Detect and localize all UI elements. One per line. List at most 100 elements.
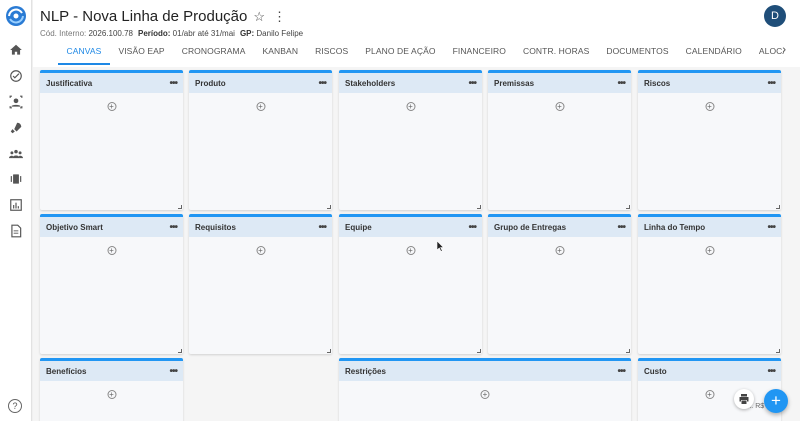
code-label: Cód. Interno: — [40, 29, 87, 38]
card-header: Equipe ••• — [339, 217, 482, 237]
card-header: Stakeholders ••• — [339, 73, 482, 93]
team-icon[interactable] — [7, 145, 25, 163]
card-header: Restrições ••• — [339, 361, 631, 381]
add-circle-icon[interactable]: + — [705, 390, 714, 399]
user-search-icon[interactable] — [7, 93, 25, 111]
more-horiz-icon[interactable]: ••• — [169, 222, 177, 233]
tab-alocacao[interactable]: ALOCAÇÃO — [750, 41, 784, 65]
canvas-board: Justificativa ••• + Produto ••• + Stakehol… — [33, 67, 800, 421]
print-button[interactable] — [734, 389, 754, 409]
check-circle-icon[interactable] — [7, 67, 25, 85]
more-horiz-icon[interactable]: ••• — [169, 366, 177, 377]
card-beneficios: Benefícios ••• + — [40, 358, 183, 421]
card-title: Stakeholders — [345, 78, 396, 88]
rocket-icon[interactable] — [7, 119, 25, 137]
card-header: Linha do Tempo ••• — [638, 217, 781, 237]
tab-documentos[interactable]: DOCUMENTOS — [598, 41, 677, 65]
card-produto: Produto ••• + — [189, 70, 332, 210]
resize-handle-icon[interactable] — [178, 349, 182, 353]
print-icon — [739, 394, 749, 404]
tab-financeiro[interactable]: FINANCEIRO — [444, 41, 514, 65]
period-value: 01/abr até 31/mai — [172, 29, 235, 38]
card-title: Premissas — [494, 78, 535, 88]
resize-handle-icon[interactable] — [776, 205, 780, 209]
card-linha-do-tempo: Linha do Tempo ••• + — [638, 214, 781, 354]
more-horiz-icon[interactable]: ••• — [318, 222, 326, 233]
card-header: Justificativa ••• — [40, 73, 183, 93]
add-circle-icon[interactable]: + — [256, 102, 265, 111]
card-premissas: Premissas ••• + — [488, 70, 631, 210]
title-row: NLP - Nova Linha de Produção ☆ ⋮ — [40, 8, 286, 25]
add-circle-icon[interactable]: + — [107, 102, 116, 111]
more-horiz-icon[interactable]: ••• — [169, 78, 177, 89]
more-horiz-icon[interactable]: ••• — [767, 366, 775, 377]
more-horiz-icon[interactable]: ••• — [767, 222, 775, 233]
star-icon[interactable]: ☆ — [253, 9, 265, 25]
more-horiz-icon[interactable]: ••• — [617, 366, 625, 377]
project-header: NLP - Nova Linha de Produção ☆ ⋮ Cód. In… — [33, 0, 800, 67]
add-circle-icon[interactable]: + — [480, 390, 490, 399]
card-title: Justificativa — [46, 78, 93, 88]
resize-handle-icon[interactable] — [327, 205, 331, 209]
add-circle-icon[interactable]: + — [555, 102, 564, 111]
card-title: Linha do Tempo — [644, 222, 706, 232]
resize-handle-icon[interactable] — [178, 205, 182, 209]
more-horiz-icon[interactable]: ••• — [617, 222, 625, 233]
resize-handle-icon[interactable] — [776, 349, 780, 353]
tab-bar: CANVAS VISÃO EAP CRONOGRAMA KANBAN RISCO… — [58, 41, 784, 65]
tab-plano-de-acao[interactable]: PLANO DE AÇÃO — [357, 41, 444, 65]
resize-handle-icon[interactable] — [477, 349, 481, 353]
home-icon[interactable] — [7, 41, 25, 59]
add-circle-icon[interactable]: + — [406, 246, 415, 255]
tab-contr-horas[interactable]: CONTR. HORAS — [514, 41, 597, 65]
sidebar: ? — [0, 0, 32, 421]
more-horiz-icon[interactable]: ••• — [617, 78, 625, 89]
card-equipe: Equipe ••• + — [339, 214, 482, 354]
tab-canvas[interactable]: CANVAS — [58, 41, 110, 65]
tab-calendario[interactable]: CALENDÁRIO — [677, 41, 750, 65]
vibration-icon[interactable] — [7, 170, 25, 188]
resize-handle-icon[interactable] — [477, 205, 481, 209]
resize-handle-icon[interactable] — [327, 349, 331, 353]
tab-visao-eap[interactable]: VISÃO EAP — [110, 41, 173, 65]
more-horiz-icon[interactable]: ••• — [767, 78, 775, 89]
code-value: 2026.100.78 — [88, 29, 133, 38]
gp-label: GP: — [239, 29, 255, 38]
page-title: NLP - Nova Linha de Produção — [40, 8, 248, 25]
more-horiz-icon[interactable]: ••• — [468, 78, 476, 89]
add-circle-icon[interactable]: + — [107, 246, 116, 255]
card-title: Objetivo Smart — [46, 222, 103, 232]
tab-riscos[interactable]: RISCOS — [307, 41, 357, 65]
tab-kanban[interactable]: KANBAN — [254, 41, 307, 65]
project-meta: Cód. Interno: 2026.100.78 Período: 01/ab… — [40, 29, 303, 38]
card-header: Objetivo Smart ••• — [40, 217, 183, 237]
card-restricoes: Restrições ••• + — [339, 358, 631, 421]
chart-icon[interactable] — [7, 196, 25, 214]
add-circle-icon[interactable]: + — [705, 102, 714, 111]
more-horiz-icon[interactable]: ••• — [318, 78, 326, 89]
chevron-right-icon[interactable]: › — [782, 44, 786, 56]
more-horiz-icon[interactable]: ••• — [468, 222, 476, 233]
resize-handle-icon[interactable] — [626, 349, 630, 353]
card-header: Custo ••• — [638, 361, 781, 381]
document-icon[interactable] — [7, 222, 25, 240]
add-circle-icon[interactable]: + — [107, 390, 116, 399]
resize-handle-icon[interactable] — [626, 205, 630, 209]
card-header: Grupo de Entregas ••• — [488, 217, 631, 237]
add-circle-icon[interactable]: + — [705, 246, 714, 255]
card-title: Produto — [195, 78, 226, 88]
add-circle-icon[interactable]: + — [406, 102, 415, 111]
add-circle-icon[interactable]: + — [256, 246, 265, 255]
avatar[interactable]: D — [764, 5, 786, 27]
more-options-icon[interactable]: ⋮ — [273, 9, 286, 25]
period-label: Período: — [137, 29, 171, 38]
card-title: Restrições — [345, 366, 386, 376]
add-circle-icon[interactable]: + — [555, 246, 564, 255]
help-icon[interactable]: ? — [8, 399, 22, 413]
add-button[interactable]: + — [764, 389, 788, 413]
card-title: Requisitos — [195, 222, 236, 232]
card-header: Benefícios ••• — [40, 361, 183, 381]
app-logo-icon[interactable] — [4, 4, 28, 28]
tab-cronograma[interactable]: CRONOGRAMA — [173, 41, 254, 65]
card-header: Requisitos ••• — [189, 217, 332, 237]
